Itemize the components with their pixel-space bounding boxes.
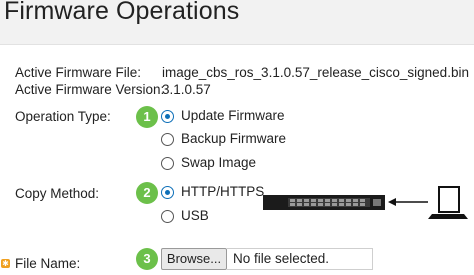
step-badge-1: 1	[136, 106, 158, 128]
asterisk-icon: ✱	[1, 259, 10, 268]
radio-label: HTTP/HTTPS	[181, 184, 265, 199]
browse-button[interactable]: Browse...	[161, 248, 227, 270]
radio-label: Update Firmware	[181, 108, 285, 123]
file-name-label: File Name:	[15, 256, 81, 271]
radio-unchecked-icon[interactable]	[161, 133, 174, 146]
radio-label: Swap Image	[181, 155, 257, 170]
active-firmware-file-label: Active Firmware File:	[15, 65, 142, 80]
file-selection-status: No file selected.	[227, 248, 373, 270]
radio-label: Backup Firmware	[181, 131, 287, 146]
laptop-icon	[428, 186, 468, 219]
step-badge-2: 2	[136, 182, 158, 204]
operation-type-label: Operation Type:	[15, 109, 111, 124]
radio-label: USB	[181, 208, 209, 223]
radio-unchecked-icon[interactable]	[161, 157, 174, 170]
page-title: Firmware Operations	[4, 0, 240, 25]
copy-method-illustration	[263, 186, 468, 219]
active-firmware-version-value: 3.1.0.57	[162, 82, 211, 97]
switch-icon	[263, 195, 385, 210]
active-firmware-version-label: Active Firmware Version:	[15, 82, 165, 97]
radio-unchecked-icon[interactable]	[161, 210, 174, 223]
step-badge-3: 3	[136, 248, 158, 270]
copy-method-label: Copy Method:	[15, 186, 100, 201]
page-header: Firmware Operations	[0, 0, 474, 45]
radio-checked-icon[interactable]	[161, 186, 174, 199]
radio-checked-icon[interactable]	[161, 110, 174, 123]
arrow-left-icon	[388, 198, 428, 206]
active-firmware-file-value: image_cbs_ros_3.1.0.57_release_cisco_sig…	[162, 65, 469, 80]
